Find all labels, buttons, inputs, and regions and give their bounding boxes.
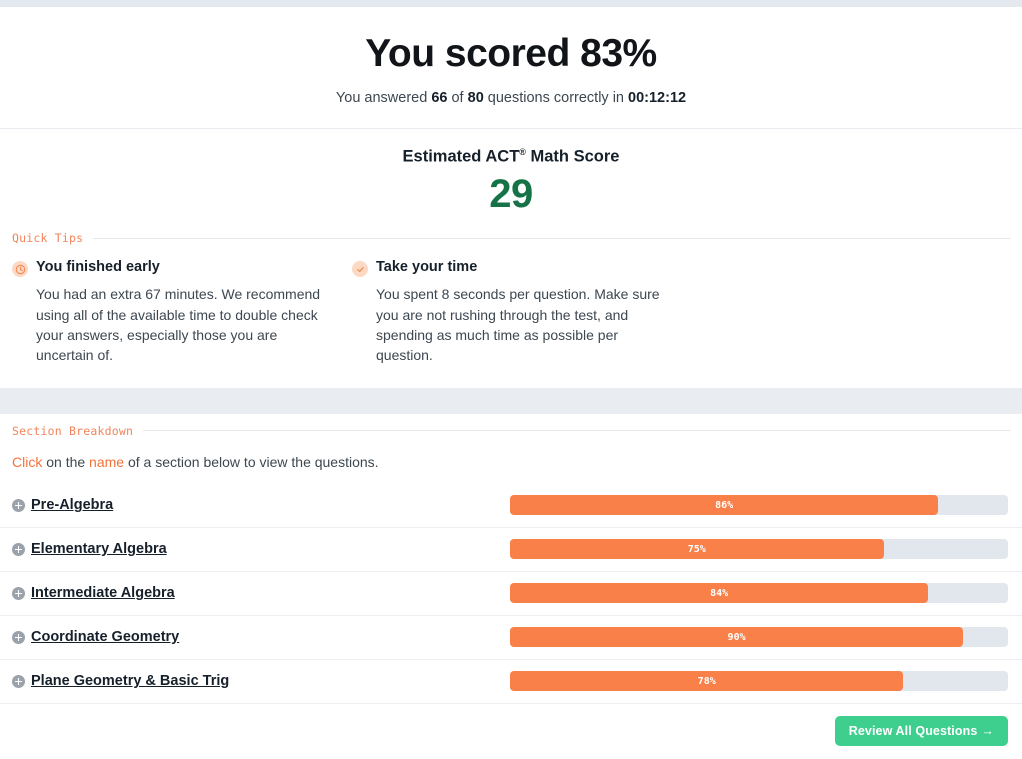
act-score-block: Estimated ACT® Math Score 29 (0, 129, 1022, 232)
check-circle-icon (352, 261, 368, 278)
top-strip (0, 0, 1022, 7)
plus-icon[interactable] (12, 542, 25, 556)
section-link[interactable]: Intermediate Algebra (31, 585, 175, 601)
registered-mark-icon: ® (519, 146, 526, 157)
tip-body: You had an extra 67 minutes. We recommen… (36, 286, 321, 364)
section-name-group[interactable]: Plane Geometry & Basic Trig (12, 673, 510, 689)
act-label-text: Estimated ACT (402, 147, 520, 166)
table-row[interactable]: Intermediate Algebra 84% (0, 572, 1022, 616)
section-breakdown-card: Section Breakdown Click on the name of a… (0, 413, 1022, 759)
page-title: You scored 83% (365, 32, 657, 75)
score-card: You scored 83% You answered 66 of 80 que… (0, 7, 1022, 388)
progress-label: 86% (715, 499, 734, 511)
correct-count: 66 (431, 89, 448, 106)
hint-click-word: Click (12, 453, 43, 470)
progress-fill: 84% (510, 583, 929, 604)
hint-name-word: name (89, 453, 125, 470)
progress-fill: 78% (510, 671, 904, 692)
quick-tips-list: You finished early You had an extra 67 m… (0, 245, 1022, 387)
hint-mid: on the (42, 453, 90, 470)
progress-label: 90% (727, 631, 746, 643)
progress-bar: 78% (510, 671, 1008, 692)
section-breakdown-legend-text: Section Breakdown (12, 423, 134, 438)
review-all-questions-button[interactable]: Review All Questions → (834, 715, 1008, 746)
section-name-group[interactable]: Elementary Algebra (12, 541, 510, 557)
table-row[interactable]: Pre-Algebra 86% (0, 484, 1022, 528)
answered-prefix: You answered (335, 89, 432, 106)
progress-bar: 84% (510, 583, 1008, 604)
tip-card: You finished early You had an extra 67 m… (0, 259, 340, 365)
section-name-group[interactable]: Coordinate Geometry (12, 629, 510, 645)
tip-card: Take your time You spent 8 seconds per q… (340, 259, 680, 365)
clock-icon (12, 261, 28, 278)
breakdown-hint: Click on the name of a section below to … (0, 438, 1022, 484)
score-summary: You answered 66 of 80 questions correctl… (0, 90, 1022, 106)
section-link[interactable]: Coordinate Geometry (31, 629, 179, 645)
progress-label: 78% (697, 675, 716, 687)
quick-tips-legend-text: Quick Tips (12, 231, 84, 246)
tip-header: You finished early (12, 259, 326, 278)
progress-fill: 86% (510, 495, 939, 516)
tip-title: Take your time (376, 259, 478, 276)
tip-body: You spent 8 seconds per question. Make s… (376, 286, 660, 364)
quick-tips-legend: Quick Tips (0, 231, 1022, 245)
plus-icon[interactable] (12, 630, 25, 644)
act-score-label: Estimated ACT® Math Score (0, 147, 1022, 167)
total-count: 80 (467, 89, 484, 106)
section-breakdown-legend: Section Breakdown (0, 414, 1022, 438)
section-link[interactable]: Plane Geometry & Basic Trig (31, 673, 229, 689)
score-header: You scored 83% You answered 66 of 80 que… (0, 7, 1022, 128)
section-rows: Pre-Algebra 86% Elementary Algebra 75% I… (0, 484, 1022, 704)
section-link[interactable]: Pre-Algebra (31, 497, 113, 513)
act-label-suffix: Math Score (525, 147, 620, 166)
arrow-right-icon: → (981, 723, 994, 738)
tip-header: Take your time (352, 259, 666, 278)
plus-icon[interactable] (12, 674, 25, 688)
tip-title: You finished early (36, 259, 160, 276)
plus-icon[interactable] (12, 498, 25, 512)
table-row[interactable]: Coordinate Geometry 90% (0, 616, 1022, 660)
elapsed-time: 00:12:12 (628, 89, 687, 106)
section-link[interactable]: Elementary Algebra (31, 541, 167, 557)
of-text: of (447, 89, 468, 106)
legend-rule (143, 430, 1010, 432)
progress-fill: 75% (510, 539, 884, 560)
hint-end: of a section below to view the questions… (124, 453, 379, 470)
breakdown-footer: Review All Questions → (0, 704, 1022, 756)
review-button-label: Review All Questions (848, 723, 978, 738)
progress-bar: 90% (510, 627, 1008, 648)
results-page: You scored 83% You answered 66 of 80 que… (0, 0, 1022, 759)
table-row[interactable]: Plane Geometry & Basic Trig 78% (0, 660, 1022, 704)
legend-rule (93, 237, 1010, 239)
card-separator (0, 387, 1022, 414)
progress-label: 84% (710, 587, 729, 599)
table-row[interactable]: Elementary Algebra 75% (0, 528, 1022, 572)
progress-bar: 75% (510, 539, 1008, 560)
questions-text: questions correctly in (483, 89, 629, 106)
progress-label: 75% (687, 543, 706, 555)
progress-fill: 90% (510, 627, 964, 648)
section-name-group[interactable]: Intermediate Algebra (12, 585, 510, 601)
plus-icon[interactable] (12, 586, 25, 600)
progress-bar: 86% (510, 495, 1008, 516)
section-name-group[interactable]: Pre-Algebra (12, 497, 510, 513)
act-score-value: 29 (489, 172, 533, 217)
